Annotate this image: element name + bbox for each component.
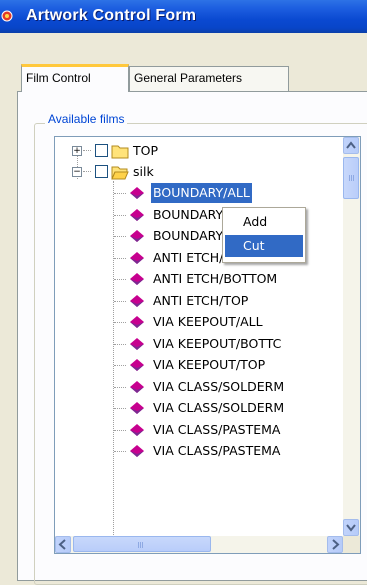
film-item-label: VIA CLASS/PASTEMA xyxy=(153,421,281,437)
scroll-down-button[interactable] xyxy=(343,519,359,536)
tree-connector xyxy=(114,214,126,216)
checkbox[interactable] xyxy=(95,165,108,178)
menu-item-label: Cut xyxy=(243,238,265,253)
collapse-minus-icon[interactable]: − xyxy=(72,167,82,177)
tree-node-label: silk xyxy=(133,164,154,179)
tab-general-parameters[interactable]: General Parameters xyxy=(129,66,289,91)
film-item[interactable]: VIA CLASS/PASTEMA xyxy=(55,420,345,440)
title-bar: Artwork Control Form xyxy=(0,0,367,33)
film-item-label: VIA KEEPOUT/BOTTC xyxy=(153,335,282,351)
folder-closed-icon xyxy=(111,145,129,159)
film-diamond-icon xyxy=(130,273,144,285)
tree-connector xyxy=(114,193,126,194)
tree-connector xyxy=(114,451,126,452)
film-item-label: VIA KEEPOUT/TOP xyxy=(153,357,266,372)
context-menu: Add Cut xyxy=(222,207,306,263)
film-item-label: ANTI ETCH/TOP xyxy=(153,292,249,308)
arrow-left-icon xyxy=(58,539,66,550)
tree-connector xyxy=(114,322,126,323)
film-item[interactable]: VIA CLASS/PASTEMA xyxy=(55,441,345,461)
film-diamond-icon xyxy=(130,380,144,393)
tree-connector xyxy=(114,365,126,366)
arrow-right-icon xyxy=(332,539,340,550)
film-diamond-icon xyxy=(130,423,144,436)
tree-connector xyxy=(114,279,126,280)
scroll-thumb[interactable] xyxy=(343,157,359,199)
film-diamond-icon xyxy=(130,230,144,242)
scroll-thumb-horizontal[interactable] xyxy=(73,536,211,552)
expand-plus-icon[interactable]: + xyxy=(72,146,82,156)
film-item[interactable]: VIA KEEPOUT/BOTTC xyxy=(55,334,345,354)
tree-connector xyxy=(114,257,126,259)
window-title: Artwork Control Form xyxy=(26,7,197,24)
tree-node-silk[interactable]: − silk xyxy=(55,162,345,182)
menu-item-add[interactable]: Add xyxy=(225,211,303,233)
film-item-label: VIA CLASS/PASTEMA xyxy=(153,443,281,458)
folder-open-icon xyxy=(111,166,129,180)
film-diamond-icon xyxy=(130,337,144,350)
film-item[interactable]: BOUNDARY/ALL xyxy=(55,183,345,203)
tree-connector xyxy=(114,236,126,237)
film-item-label: VIA CLASS/SOLDERM xyxy=(153,400,285,415)
film-item-label: BOUNDARY/ALL xyxy=(151,183,252,203)
film-item[interactable]: VIA CLASS/SOLDERM xyxy=(55,398,345,418)
scroll-up-button[interactable] xyxy=(343,137,359,154)
film-diamond-icon xyxy=(130,187,144,199)
film-diamond-icon xyxy=(130,251,144,264)
scroll-corner xyxy=(343,536,360,553)
checkbox[interactable] xyxy=(95,144,108,157)
film-item[interactable]: VIA KEEPOUT/TOP xyxy=(55,355,345,375)
film-item[interactable]: ANTI ETCH/BOTTOM xyxy=(55,269,345,289)
tree-connector xyxy=(114,300,126,302)
film-diamond-icon xyxy=(130,316,144,328)
film-item-label: VIA KEEPOUT/ALL xyxy=(153,314,263,329)
tree-connector xyxy=(114,408,126,409)
arrow-down-icon xyxy=(346,524,356,532)
tree-connector xyxy=(114,386,126,388)
tree-node-label: TOP xyxy=(133,143,159,158)
arrow-up-icon xyxy=(346,141,356,149)
film-item-label: VIA CLASS/SOLDERM xyxy=(153,378,285,394)
tree-connector xyxy=(114,429,126,431)
available-films-label: Available films xyxy=(45,112,128,126)
tree-connector xyxy=(114,343,126,345)
tree-node-top[interactable]: + TOP xyxy=(55,141,345,161)
scroll-right-button[interactable] xyxy=(327,536,343,553)
vertical-scrollbar[interactable] xyxy=(343,137,360,536)
horizontal-scrollbar[interactable] xyxy=(55,536,360,553)
tab-film-control[interactable]: Film Control xyxy=(21,64,129,92)
film-diamond-icon xyxy=(130,294,144,307)
film-diamond-icon xyxy=(130,359,144,371)
film-item[interactable]: VIA CLASS/SOLDERM xyxy=(55,377,345,397)
app-icon xyxy=(1,10,13,22)
scroll-left-button[interactable] xyxy=(55,536,71,553)
film-item[interactable]: VIA KEEPOUT/ALL xyxy=(55,312,345,332)
film-item-label: ANTI ETCH/BOTTOM xyxy=(153,271,278,286)
film-item[interactable]: ANTI ETCH/TOP xyxy=(55,291,345,311)
films-tree[interactable]: + TOP − silk BOUNDARY/ALL BOUNDARY/BOTTOM… xyxy=(54,136,361,554)
film-diamond-icon xyxy=(130,445,144,457)
film-diamond-icon xyxy=(130,402,144,414)
film-diamond-icon xyxy=(130,208,144,221)
menu-item-cut[interactable]: Cut xyxy=(225,235,303,257)
menu-item-label: Add xyxy=(243,214,268,229)
